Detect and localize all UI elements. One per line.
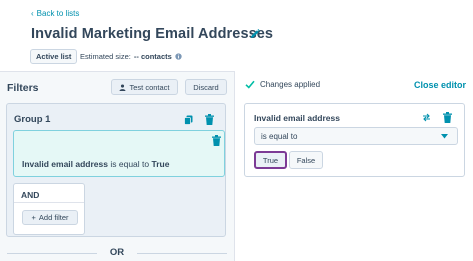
filter-property: Invalid email address bbox=[22, 159, 108, 169]
copy-icon[interactable] bbox=[184, 115, 193, 125]
and-label: AND bbox=[21, 190, 40, 200]
info-icon[interactable] bbox=[175, 53, 182, 60]
estimated-size: Estimated size: -- contacts bbox=[80, 52, 182, 61]
option-true-button[interactable]: True bbox=[254, 151, 287, 169]
operator-dropdown[interactable]: is equal to bbox=[254, 127, 458, 145]
changes-applied-label: Changes applied bbox=[260, 80, 321, 89]
group-title: Group 1 bbox=[14, 114, 51, 125]
filters-title: Filters bbox=[7, 82, 39, 94]
estimated-size-value: -- contacts bbox=[133, 52, 172, 61]
add-filter-button[interactable]: + Add filter bbox=[22, 210, 78, 225]
check-icon bbox=[245, 80, 255, 89]
filter-value: True bbox=[151, 159, 170, 169]
person-icon bbox=[120, 83, 126, 91]
back-link-label: Back to lists bbox=[36, 9, 80, 18]
operator-selected-value: is equal to bbox=[261, 131, 298, 141]
property-title: Invalid email address bbox=[254, 113, 340, 123]
delete-filter-trash-icon[interactable] bbox=[212, 135, 221, 146]
add-filter-label: Add filter bbox=[38, 213, 69, 222]
filter-condition-card[interactable]: Invalid email address is equal to True bbox=[13, 130, 225, 177]
divider bbox=[14, 202, 84, 203]
option-false-button[interactable]: False bbox=[289, 151, 323, 169]
back-to-lists-link[interactable]: ‹ Back to lists bbox=[31, 9, 79, 18]
chevron-left-icon: ‹ bbox=[31, 8, 34, 18]
close-editor-link[interactable]: Close editor bbox=[414, 80, 466, 90]
changes-applied-status: Changes applied bbox=[245, 80, 320, 89]
filters-panel: Filters Test contact Discard Group 1 Inv… bbox=[0, 71, 235, 261]
filter-group: Group 1 Invalid email address is equal t… bbox=[6, 103, 226, 237]
test-contact-button[interactable]: Test contact bbox=[111, 79, 178, 95]
swap-icon[interactable] bbox=[422, 113, 431, 122]
page-title: Invalid Marketing Email Addresses bbox=[31, 26, 274, 42]
plus-icon: + bbox=[31, 213, 36, 222]
filter-operator: is equal to bbox=[110, 159, 150, 169]
estimated-size-label: Estimated size: bbox=[80, 52, 131, 61]
divider bbox=[137, 253, 227, 254]
status-badge: Active list bbox=[30, 49, 78, 64]
or-separator: OR bbox=[7, 247, 227, 259]
caret-down-icon bbox=[441, 134, 448, 139]
filter-summary: Invalid email address is equal to True bbox=[22, 159, 169, 169]
and-block: AND + Add filter bbox=[13, 183, 85, 235]
filter-editor-card: Invalid email address is equal to True F… bbox=[244, 103, 465, 177]
delete-property-trash-icon[interactable] bbox=[443, 112, 452, 123]
pencil-icon[interactable] bbox=[249, 28, 261, 40]
delete-group-trash-icon[interactable] bbox=[205, 114, 214, 125]
test-contact-label: Test contact bbox=[129, 82, 170, 92]
discard-button[interactable]: Discard bbox=[185, 79, 227, 95]
